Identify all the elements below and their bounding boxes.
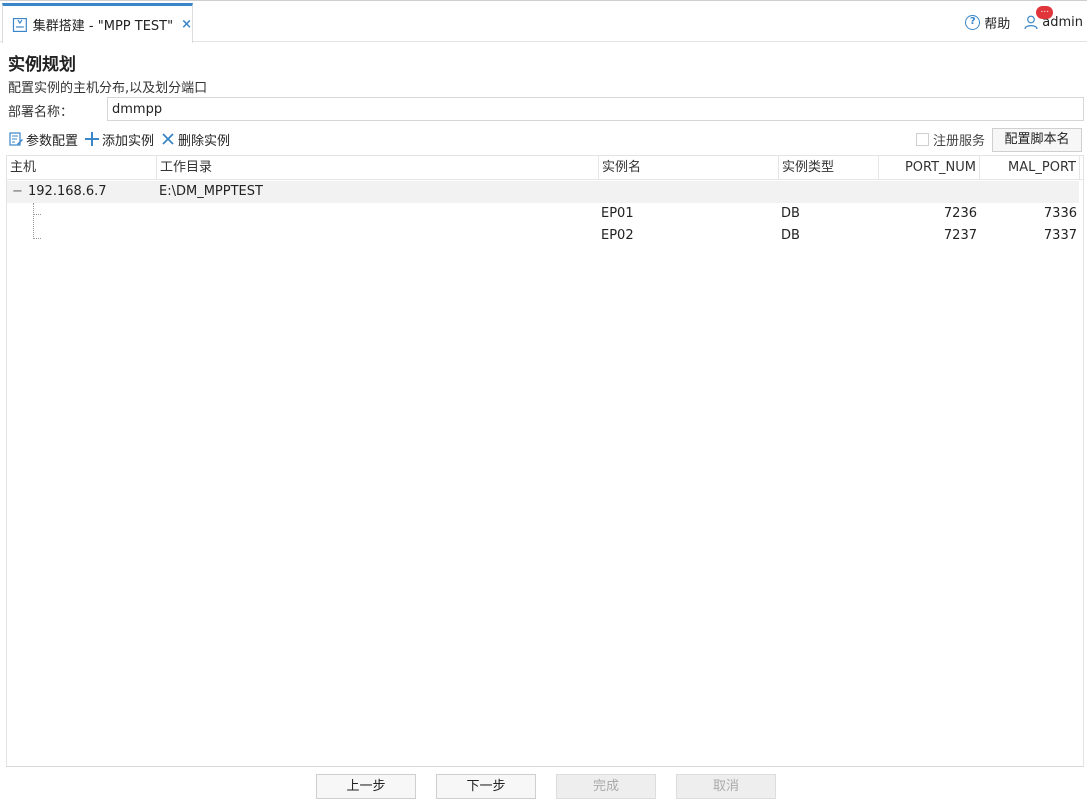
register-service-label: 注册服务: [933, 134, 986, 149]
column-header-port-num[interactable]: PORT_NUM: [879, 156, 980, 180]
delete-icon: [162, 133, 174, 145]
collapse-icon[interactable]: −: [12, 181, 23, 203]
tab-title: 集群搭建 - "MPP TEST": [32, 19, 174, 34]
port-num: 7236: [943, 206, 977, 221]
checkbox[interactable]: [916, 133, 929, 146]
toolbar: 参数配置 添加实例 删除实例: [8, 129, 236, 149]
page-title: 实例规划: [8, 55, 76, 75]
tab-bar: 集群搭建 - "MPP TEST" × ? 帮助 ... admin: [0, 0, 1087, 43]
plus-icon: [85, 132, 100, 146]
notification-badge: ...: [1036, 6, 1054, 19]
user-menu[interactable]: ... admin: [1024, 6, 1083, 30]
column-header-mal-port[interactable]: MAL_PORT: [980, 156, 1080, 180]
close-icon[interactable]: ×: [181, 17, 192, 32]
table-row[interactable]: EP02 DB 7237 7337: [7, 225, 1079, 247]
column-header-type[interactable]: 实例类型: [779, 156, 879, 180]
port-num: 7237: [943, 228, 977, 243]
instance-name: EP01: [601, 206, 634, 221]
add-instance-button[interactable]: 添加实例: [84, 130, 154, 149]
host-group-row[interactable]: − 192.168.6.7 E:\DM_MPPTEST: [7, 181, 1079, 203]
deploy-name-input[interactable]: [107, 97, 1084, 121]
help-label: 帮助: [984, 17, 1011, 32]
column-header-instance[interactable]: 实例名: [599, 156, 779, 180]
config-script-name-button[interactable]: 配置脚本名: [992, 128, 1082, 152]
instance-table: 主机 工作目录 实例名 实例类型 PORT_NUM MAL_PORT − 192…: [6, 155, 1084, 767]
work-dir: E:\DM_MPPTEST: [159, 184, 263, 199]
register-service-checkbox[interactable]: 注册服务: [916, 130, 985, 149]
finish-button[interactable]: 完成: [556, 774, 656, 799]
instance-name: EP02: [601, 228, 634, 243]
edit-list-icon: [9, 132, 23, 146]
instance-type: DB: [781, 228, 800, 243]
user-icon: [1024, 15, 1038, 30]
column-header-host[interactable]: 主机: [7, 156, 157, 180]
deploy-name-label: 部署名称：: [8, 105, 74, 120]
param-config-label: 参数配置: [26, 133, 79, 149]
tab-cluster-build[interactable]: 集群搭建 - "MPP TEST" ×: [2, 3, 193, 43]
column-header-workdir[interactable]: 工作目录: [157, 156, 599, 180]
table-row[interactable]: EP01 DB 7236 7336: [7, 203, 1079, 225]
cancel-button[interactable]: 取消: [676, 774, 776, 799]
help-link[interactable]: ? 帮助: [965, 13, 1010, 32]
delete-instance-label: 删除实例: [178, 133, 231, 149]
param-config-button[interactable]: 参数配置: [8, 130, 78, 149]
mal-port: 7336: [1043, 206, 1077, 221]
table-header: 主机 工作目录 实例名 实例类型 PORT_NUM MAL_PORT: [7, 156, 1083, 180]
page-subtitle: 配置实例的主机分布,以及划分端口: [8, 81, 208, 96]
delete-instance-button[interactable]: 删除实例: [160, 130, 230, 149]
question-icon: ?: [965, 15, 981, 30]
next-button[interactable]: 下一步: [436, 774, 536, 799]
add-instance-label: 添加实例: [102, 133, 155, 149]
mal-port: 7337: [1043, 228, 1077, 243]
top-right-controls: ? 帮助 ... admin: [965, 6, 1083, 32]
save-icon: [12, 17, 27, 32]
host-ip: 192.168.6.7: [28, 184, 107, 199]
prev-button[interactable]: 上一步: [316, 774, 416, 799]
instance-type: DB: [781, 206, 800, 221]
